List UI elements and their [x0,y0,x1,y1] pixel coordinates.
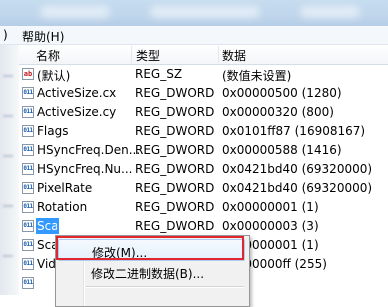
value-name: (默认) [37,69,71,83]
value-data: 0x00000003 (3) [222,219,319,233]
menu-help[interactable]: 帮助(H) [22,28,64,45]
value-name: ActiveSize.cx [37,86,117,100]
value-type: REG_DWORD [135,105,215,119]
menu-item-modify-binary-label: 修改二进制数据(B)... [91,267,205,281]
value-type: REG_DWORD [135,219,215,233]
column-header-data[interactable]: 数据 [222,47,246,64]
value-type: REG_DWORD [135,143,215,157]
value-name: Rotation [37,200,88,214]
menu-separator [86,286,244,288]
values-list-header: 名称 类型 数据 [19,45,388,65]
value-row[interactable]: 011 ActiveSize.cy REG_DWORD 0x00000320 (… [19,103,388,122]
value-type: REG_DWORD [135,181,215,195]
value-type: REG_SZ [135,67,183,81]
value-type: REG_DWORD [135,124,215,138]
annotation-highlight-box [56,236,244,260]
menu-item-modify-binary[interactable]: 修改二进制数据(B)... [58,261,245,283]
value-row[interactable]: 011 Rotation REG_DWORD 0x00000001 (1) [19,198,388,217]
string-value-icon: ab [22,68,34,80]
column-header-type[interactable]: 类型 [136,47,160,64]
menu-fragment: ) [3,28,8,42]
value-data: (数值未设置) [222,69,292,83]
binary-value-icon: 011 [22,239,34,251]
key-tree-pane[interactable] [0,45,19,295]
value-name: Scaling [37,219,57,233]
value-name: ActiveSize.cy [37,105,117,119]
value-row[interactable]: 011 HSyncFreq.Den... REG_DWORD 0x0000058… [19,141,388,160]
value-name: PixelRate [37,181,93,195]
menu-bar: ) 帮助(H) [0,26,388,45]
binary-value-icon: 011 [22,220,34,232]
value-row[interactable]: 011 Flags REG_DWORD 0x0101ff87 (16908167… [19,122,388,141]
value-name: HSyncFreq.Nu... [37,162,133,176]
binary-value-icon: 011 [22,163,34,175]
binary-value-icon: 011 [22,106,34,118]
binary-value-icon: 011 [22,258,34,270]
binary-value-icon: 011 [22,144,34,156]
column-header-name[interactable]: 名称 [36,47,60,64]
value-data: 0x0421bd40 (69320000) [222,181,373,195]
value-data: 0x0101ff87 (16908167) [222,124,366,138]
value-row[interactable]: 011 PixelRate REG_DWORD 0x0421bd40 (6932… [19,179,388,198]
value-name: Flags [37,124,69,138]
binary-value-icon: 011 [22,182,34,194]
binary-value-icon: 011 [22,87,34,99]
value-row[interactable]: 011 ActiveSize.cx REG_DWORD 0x00000500 (… [19,84,388,103]
value-row[interactable]: ab (默认) REG_SZ (数值未设置) [19,65,388,84]
binary-value-icon: 011 [22,201,34,213]
value-data: 0x0421bd40 (69320000) [222,162,373,176]
column-divider[interactable] [218,46,219,63]
value-type: REG_DWORD [135,200,215,214]
value-row-selected[interactable]: 011 Scaling REG_DWORD 0x00000003 (3) [19,217,388,236]
value-data: 0x00000588 (1416) [222,143,342,157]
value-name: HSyncFreq.Den... [37,143,141,157]
value-type: REG_DWORD [135,86,215,100]
value-data: 0x00000500 (1280) [222,86,342,100]
column-divider[interactable] [131,46,132,63]
value-row[interactable]: 011 HSyncFreq.Nu... REG_DWORD 0x0421bd40… [19,160,388,179]
title-bar-blurred [0,0,388,26]
value-name: Vid [37,257,56,271]
binary-value-icon: 011 [22,125,34,137]
value-data: 0x00000001 (1) [222,200,319,214]
binary-value-icon: 011 [22,277,34,289]
value-data: 0x00000320 (800) [222,105,334,119]
value-type: REG_DWORD [135,162,215,176]
